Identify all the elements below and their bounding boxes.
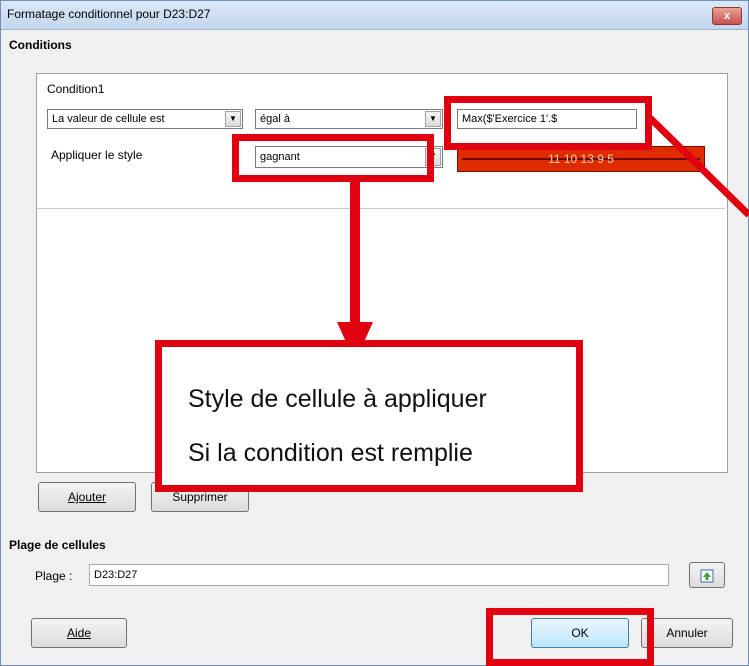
formula-highlight-box bbox=[444, 96, 652, 150]
formula-pointer-line bbox=[647, 115, 749, 218]
ok-highlight-box bbox=[486, 608, 654, 666]
annotation-callout: Style de cellule à appliquer Si la condi… bbox=[155, 340, 583, 492]
callout-line-1: Style de cellule à appliquer bbox=[188, 385, 487, 413]
callout-line-2: Si la condition est remplie bbox=[188, 439, 473, 467]
style-highlight-box bbox=[232, 134, 434, 182]
arrow-shaft bbox=[350, 182, 360, 324]
